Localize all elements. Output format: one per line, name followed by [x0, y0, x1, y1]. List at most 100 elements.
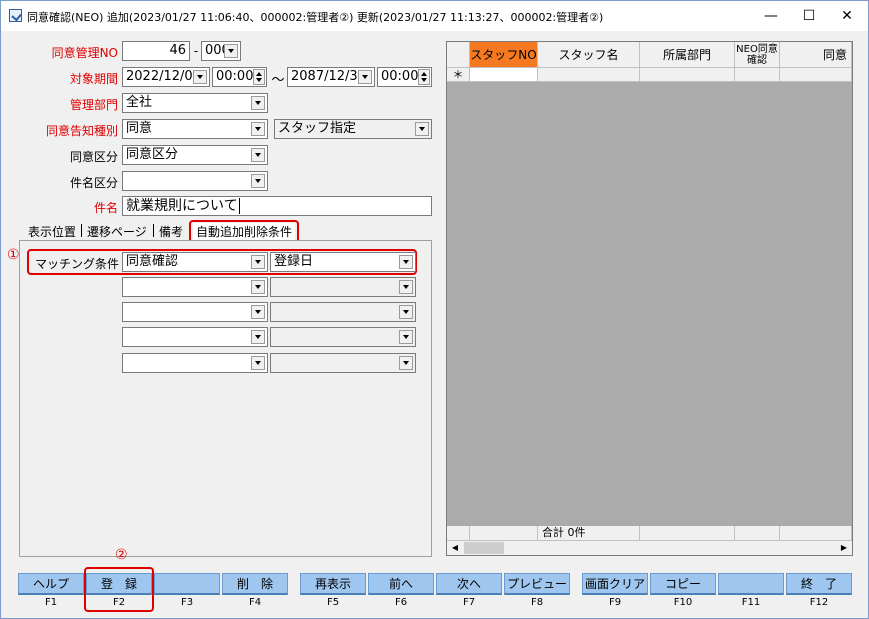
scroll-right-icon[interactable]: ▶ — [837, 542, 851, 554]
horizontal-scrollbar[interactable]: ◀ ▶ — [447, 540, 852, 555]
calendar-dropdown-icon[interactable] — [193, 70, 207, 84]
grid-new-row-marker: ＊ — [447, 68, 470, 82]
refresh-button[interactable]: 再表示 — [300, 573, 366, 595]
match-left-select-1[interactable]: 同意確認 — [122, 252, 268, 272]
staff-grid[interactable]: スタッフNO スタッフ名 所属部門 NEO同意確認 同意 ＊ 合計 0件 ◀ ▶ — [446, 41, 853, 556]
spinner-icon[interactable] — [418, 69, 430, 85]
notice-target-select[interactable]: スタッフ指定 — [274, 119, 432, 139]
scroll-left-icon[interactable]: ◀ — [448, 542, 462, 554]
grid-header-staff-name[interactable]: スタッフ名 — [538, 42, 640, 68]
mgmt-no-sub-select[interactable]: 000 — [201, 41, 241, 61]
spinner-icon[interactable] — [253, 69, 265, 85]
period-start-date[interactable]: 2022/12/01 — [122, 67, 210, 87]
match-right-select-2[interactable] — [270, 277, 416, 297]
match-right-select-4[interactable] — [270, 327, 416, 347]
dropdown-arrow-icon[interactable] — [251, 96, 265, 110]
tab-transition-page[interactable]: 遷移ページ — [84, 223, 150, 241]
previous-button[interactable]: 前へ — [368, 573, 434, 595]
dropdown-arrow-icon[interactable] — [251, 305, 265, 319]
grid-new-row-cell[interactable] — [640, 68, 735, 82]
dropdown-arrow-icon[interactable] — [399, 356, 413, 370]
period-start-date-value: 2022/12/01 — [126, 69, 201, 84]
matching-condition-label: マッチング条件 — [34, 257, 119, 271]
subject-label: 件名 — [93, 201, 118, 215]
dropdown-arrow-icon[interactable] — [224, 44, 238, 58]
help-button[interactable]: ヘルプ — [18, 573, 84, 595]
dropdown-arrow-icon[interactable] — [399, 255, 413, 269]
annotation-box-register — [84, 567, 154, 612]
grid-corner-header — [447, 42, 470, 68]
fkey-label: F3 — [180, 597, 194, 608]
dropdown-arrow-icon[interactable] — [415, 122, 429, 136]
dropdown-arrow-icon[interactable] — [399, 305, 413, 319]
dropdown-arrow-icon[interactable] — [251, 122, 265, 136]
grid-header-consent[interactable]: 同意 — [780, 42, 852, 68]
period-start-time[interactable]: 00:00 — [212, 67, 267, 87]
title-bar: 同意確認(NEO) 追加(2023/01/27 11:06:40、000002:… — [1, 1, 868, 31]
dropdown-arrow-icon[interactable] — [251, 330, 265, 344]
period-tilde: ～ — [271, 73, 285, 88]
grid-new-row-cell[interactable] — [735, 68, 780, 82]
close-button[interactable]: ✕ — [825, 1, 869, 31]
period-end-time-value: 00:00 — [381, 69, 419, 84]
clear-screen-button[interactable]: 画面クリア — [582, 573, 648, 595]
grid-footer-cell — [447, 526, 470, 540]
fkey-label: F4 — [248, 597, 262, 608]
consent-type-value: 同意区分 — [126, 147, 179, 162]
mgmt-no-separator: - — [193, 44, 199, 58]
dropdown-arrow-icon[interactable] — [251, 280, 265, 294]
match-right-select-5[interactable] — [270, 353, 416, 373]
copy-button[interactable]: コピー — [650, 573, 716, 595]
dept-select[interactable]: 全社 — [122, 93, 268, 113]
period-label: 対象期間 — [69, 72, 118, 86]
consent-type-select[interactable]: 同意区分 — [122, 145, 268, 165]
dept-value: 全社 — [126, 95, 153, 110]
tab-divider — [153, 224, 154, 237]
mgmt-no-label: 同意管理NO — [51, 46, 118, 60]
next-button[interactable]: 次へ — [436, 573, 502, 595]
tab-divider — [81, 224, 82, 237]
period-end-time[interactable]: 00:00 — [377, 67, 432, 87]
dropdown-arrow-icon[interactable] — [399, 280, 413, 294]
notice-target-value: スタッフ指定 — [278, 121, 357, 136]
match-right-select-1[interactable]: 登録日 — [270, 252, 416, 272]
match-left-select-2[interactable] — [122, 277, 268, 297]
f3-button[interactable] — [154, 573, 220, 595]
dropdown-arrow-icon[interactable] — [251, 174, 265, 188]
match-left-select-5[interactable] — [122, 353, 268, 373]
grid-new-row-cell[interactable] — [780, 68, 852, 82]
tab-display-position[interactable]: 表示位置 — [25, 223, 79, 241]
grid-header-neo-consent[interactable]: NEO同意確認 — [735, 42, 780, 68]
exit-button[interactable]: 終 了 — [786, 573, 852, 595]
subject-type-select[interactable] — [122, 171, 268, 191]
dropdown-arrow-icon[interactable] — [251, 255, 265, 269]
grid-header-staff-no[interactable]: スタッフNO — [470, 42, 538, 68]
grid-footer-cell — [640, 526, 735, 540]
scroll-thumb[interactable] — [464, 542, 504, 554]
notice-type-select[interactable]: 同意 — [122, 119, 268, 139]
subject-input[interactable]: 就業規則について — [122, 196, 432, 216]
annotation-marker-one: ① — [7, 247, 20, 263]
dept-label: 管理部門 — [69, 98, 118, 112]
match-right-select-3[interactable] — [270, 302, 416, 322]
match-left-select-4[interactable] — [122, 327, 268, 347]
mgmt-no-input[interactable]: 46 — [122, 41, 190, 61]
dropdown-arrow-icon[interactable] — [251, 356, 265, 370]
dropdown-arrow-icon[interactable] — [251, 148, 265, 162]
grid-new-row-cell[interactable] — [470, 68, 538, 82]
dropdown-arrow-icon[interactable] — [399, 330, 413, 344]
f11-button[interactable] — [718, 573, 784, 595]
grid-header-department[interactable]: 所属部門 — [640, 42, 735, 68]
delete-button[interactable]: 削 除 — [222, 573, 288, 595]
subject-type-label: 件名区分 — [69, 176, 118, 190]
period-end-date[interactable]: 2087/12/31 — [287, 67, 375, 87]
tab-remarks[interactable]: 備考 — [156, 223, 186, 241]
period-start-time-value: 00:00 — [216, 69, 254, 84]
consent-type-label: 同意区分 — [69, 150, 118, 164]
app-window: 同意確認(NEO) 追加(2023/01/27 11:06:40、000002:… — [0, 0, 869, 619]
match-left-select-3[interactable] — [122, 302, 268, 322]
period-end-date-value: 2087/12/31 — [291, 69, 366, 84]
calendar-dropdown-icon[interactable] — [358, 70, 372, 84]
preview-button[interactable]: プレビュー — [504, 573, 570, 595]
grid-new-row-cell[interactable] — [538, 68, 640, 82]
